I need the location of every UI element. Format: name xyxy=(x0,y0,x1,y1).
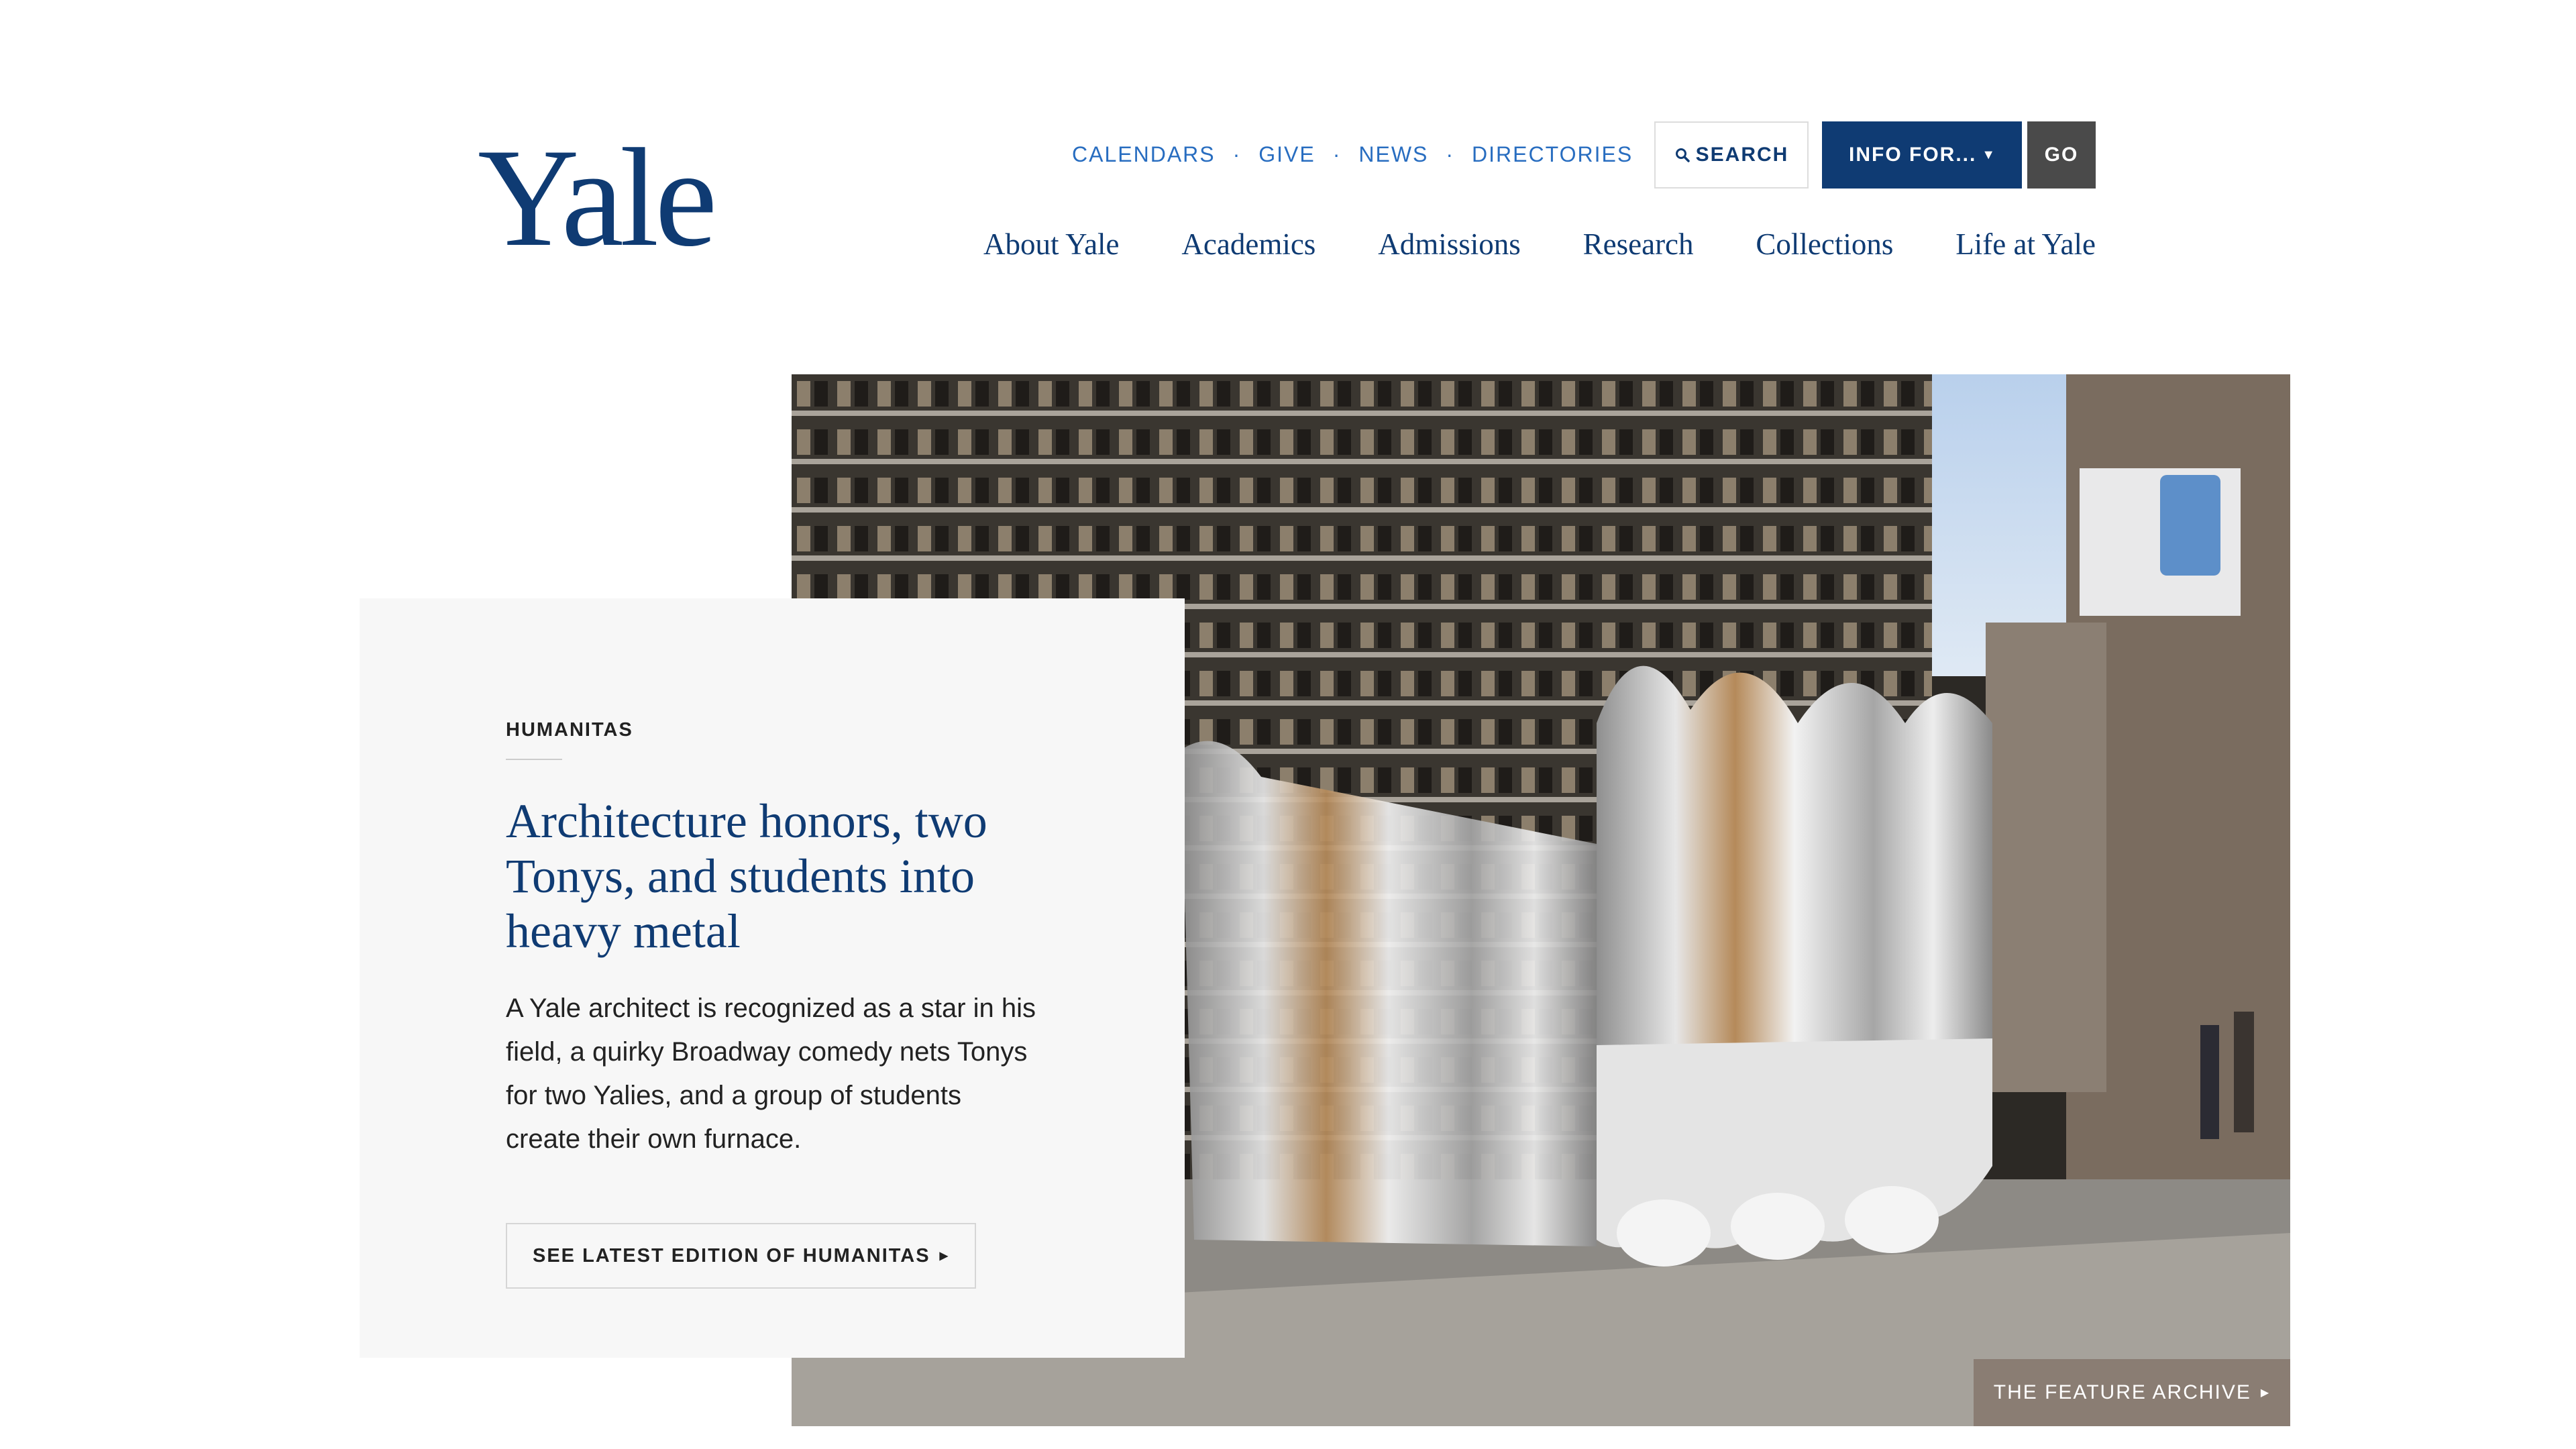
edition-button-label: SEE LATEST EDITION OF HUMANITAS xyxy=(533,1244,930,1267)
utility-separator: · xyxy=(1232,142,1242,166)
caret-down-icon: ▼ xyxy=(1982,147,1996,162)
nav-item-collections[interactable]: Collections xyxy=(1756,227,1893,262)
feature-archive-button[interactable]: THE FEATURE ARCHIVE ▶ xyxy=(1974,1359,2290,1426)
nav-item-research[interactable]: Research xyxy=(1583,227,1694,262)
utility-link-directories[interactable]: DIRECTORIES xyxy=(1472,142,1633,167)
utility-nav: CALENDARS · GIVE · NEWS · DIRECTORIES xyxy=(1072,141,1633,168)
feature-summary: A Yale architect is recognized as a star… xyxy=(506,994,1036,1154)
utility-separator: · xyxy=(1446,142,1455,166)
nav-item-admissions[interactable]: Admissions xyxy=(1378,227,1521,262)
feature-card: HUMANITAS Architecture honors, two Tonys… xyxy=(360,598,1185,1358)
feature-kicker[interactable]: HUMANITAS xyxy=(506,719,1185,741)
main-nav: About Yale Academics Admissions Research… xyxy=(983,227,2096,262)
yale-logo[interactable]: Yale xyxy=(478,127,717,268)
utility-link-news[interactable]: NEWS xyxy=(1358,142,1428,167)
archive-button-label: THE FEATURE ARCHIVE xyxy=(1993,1381,2251,1403)
search-button[interactable]: SEARCH xyxy=(1654,121,1809,189)
info-for-dropdown[interactable]: INFO FOR... ▼ xyxy=(1822,121,2022,189)
nav-item-about-yale[interactable]: About Yale xyxy=(983,227,1120,262)
utility-link-give[interactable]: GIVE xyxy=(1258,142,1315,167)
nav-item-life-at-yale[interactable]: Life at Yale xyxy=(1955,227,2096,262)
arrow-right-icon: ▶ xyxy=(2260,1387,2271,1399)
see-latest-edition-button[interactable]: SEE LATEST EDITION OF HUMANITAS ▶ xyxy=(506,1223,976,1289)
search-icon xyxy=(1675,148,1690,162)
search-label: SEARCH xyxy=(1695,144,1789,166)
info-for-label: INFO FOR... xyxy=(1849,144,1977,166)
feature-headline[interactable]: Architecture honors, two Tonys, and stud… xyxy=(506,794,1042,959)
nav-item-academics[interactable]: Academics xyxy=(1181,227,1316,262)
utility-link-calendars[interactable]: CALENDARS xyxy=(1072,142,1216,167)
utility-separator: · xyxy=(1332,142,1342,166)
arrow-right-icon: ▶ xyxy=(939,1250,949,1262)
go-button[interactable]: GO xyxy=(2027,121,2096,189)
kicker-divider xyxy=(506,759,562,760)
